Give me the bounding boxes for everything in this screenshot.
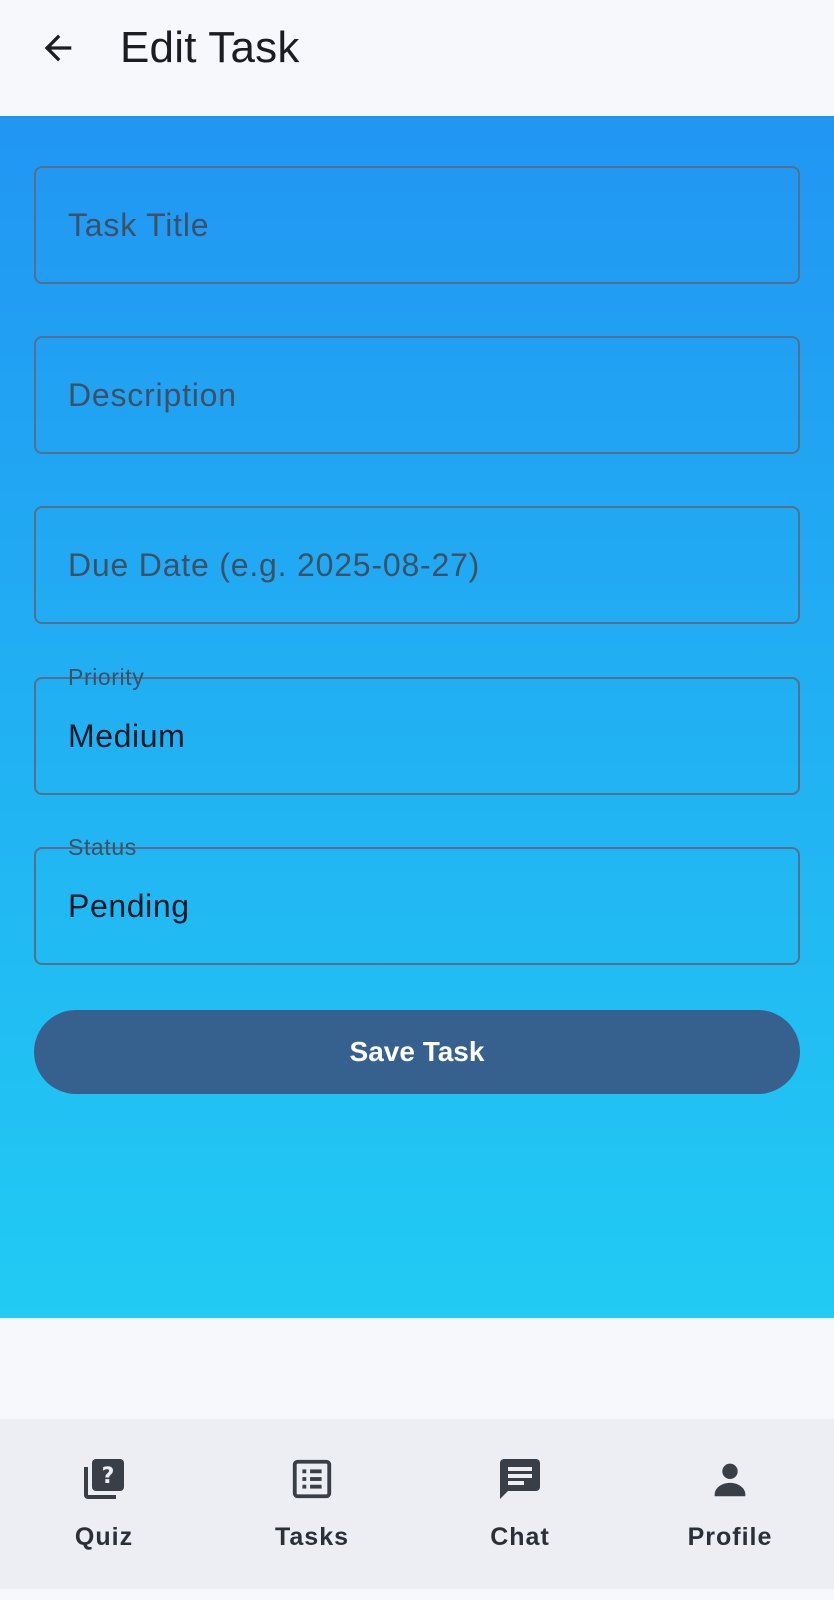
nav-item-quiz[interactable]: ? Quiz [0,1419,208,1589]
priority-field[interactable]: Priority Medium [34,664,800,795]
edit-task-screen: Edit Task Task Title Description Due Dat… [0,0,834,1600]
quiz-icon: ? [78,1453,130,1505]
chat-icon [494,1453,546,1505]
page-title: Edit Task [120,23,300,72]
nav-label-profile: Profile [687,1523,773,1551]
back-button[interactable] [30,22,86,78]
due-date-placeholder: Due Date (e.g. 2025-08-27) [68,546,481,583]
nav-label-tasks: Tasks [274,1523,350,1551]
priority-value: Medium [68,717,186,754]
nav-label-quiz: Quiz [74,1523,134,1551]
arrow-back-icon [38,28,78,73]
task-title-placeholder: Task Title [68,206,210,243]
description-placeholder: Description [68,376,237,413]
person-icon [704,1453,756,1505]
list-icon [286,1453,338,1505]
description-field[interactable]: Description [34,336,800,454]
form-area: Task Title Description Due Date (e.g. 20… [0,116,834,1318]
nav-item-profile[interactable]: Profile [626,1419,834,1589]
nav-item-chat[interactable]: Chat [416,1419,624,1589]
status-field[interactable]: Status Pending [34,834,800,965]
app-bar: Edit Task [0,0,834,116]
status-value: Pending [68,887,190,924]
save-task-button[interactable]: Save Task [34,1010,800,1094]
bottom-navigation: ? Quiz Tasks Chat Profile [0,1419,834,1589]
svg-text:?: ? [102,1464,115,1489]
task-title-field[interactable]: Task Title [34,166,800,284]
nav-label-chat: Chat [490,1523,550,1551]
due-date-field[interactable]: Due Date (e.g. 2025-08-27) [34,506,800,624]
nav-item-tasks[interactable]: Tasks [208,1419,416,1589]
